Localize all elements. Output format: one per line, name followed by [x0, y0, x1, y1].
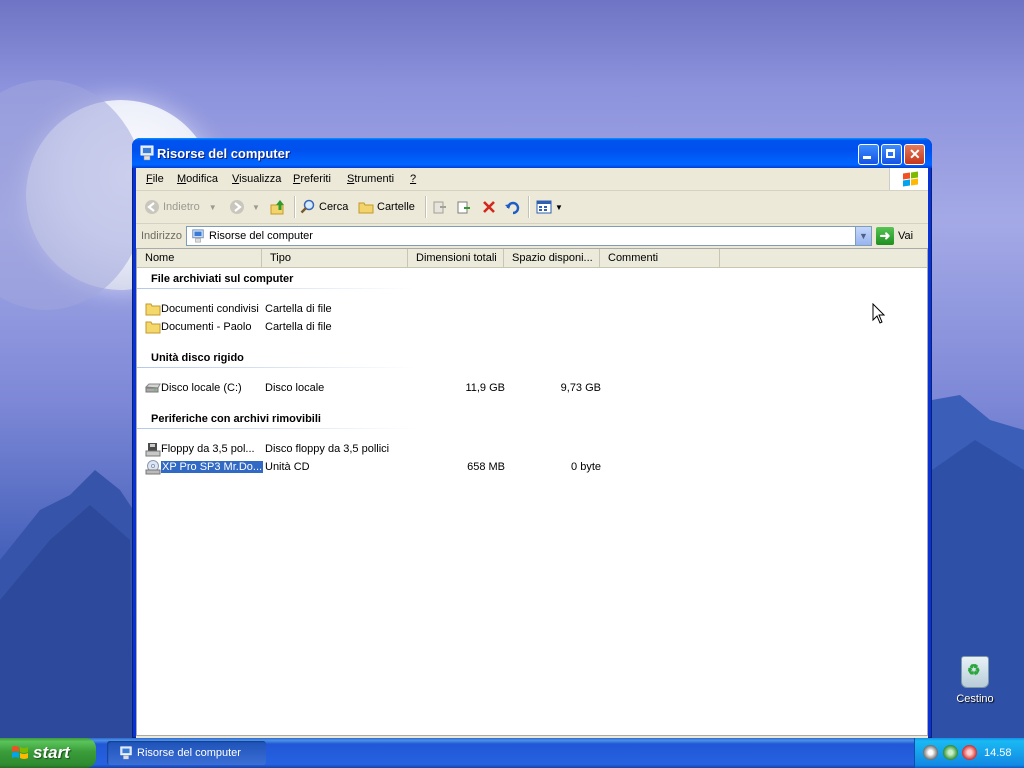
explorer-window: Risorse del computer ✕ File Modifica Vis…: [132, 138, 932, 738]
group-header: Unità disco rigido: [151, 352, 244, 364]
menu-bar: File Modifica Visualizza Preferiti Strum…: [136, 168, 928, 191]
system-tray: 14.58: [914, 738, 1024, 768]
up-folder-button[interactable]: [270, 197, 286, 217]
menu-modifica[interactable]: Modifica: [177, 173, 218, 185]
forward-dropdown-icon: ▼: [252, 202, 260, 212]
address-input[interactable]: Risorse del computer ▼: [186, 226, 872, 246]
taskbar: start Risorse del computer 14.58: [0, 738, 1024, 768]
views-button[interactable]: ▼: [536, 197, 563, 217]
windows-logo-icon: [889, 168, 928, 190]
go-arrow-icon: ➜: [876, 227, 894, 245]
delete-icon: [483, 201, 495, 213]
undo-button[interactable]: [504, 197, 520, 217]
maximize-button[interactable]: [881, 144, 902, 165]
address-dropdown-button[interactable]: ▼: [855, 227, 871, 245]
recycle-bin-desktop-icon[interactable]: ♻ Cestino: [948, 656, 1002, 705]
group-header: Periferiche con archivi rimovibili: [151, 413, 321, 425]
start-button[interactable]: start: [0, 738, 96, 768]
back-button[interactable]: Indietro ▼: [144, 197, 217, 217]
recycle-bin-icon: ♻: [961, 656, 989, 688]
search-icon: [300, 199, 315, 214]
taskbar-window-button[interactable]: Risorse del computer: [107, 741, 266, 765]
floppy-drive-icon: [145, 443, 161, 457]
windows-flag-icon: [12, 746, 28, 759]
minimize-button[interactable]: [858, 144, 879, 165]
address-label: Indirizzo: [141, 230, 182, 242]
mouse-pointer-icon: [872, 303, 886, 324]
column-header-type[interactable]: Tipo: [262, 249, 408, 267]
menu-visualizza[interactable]: Visualizza: [232, 173, 281, 185]
list-item-selected[interactable]: XP Pro SP3 Mr.Do... Unità CD 658 MB 0 by…: [143, 459, 923, 476]
maximize-icon: [886, 149, 895, 158]
window-title: Risorse del computer: [157, 146, 290, 161]
column-header-name[interactable]: Nome: [137, 249, 262, 267]
recycle-bin-label: Cestino: [956, 693, 994, 705]
folders-button[interactable]: Cartelle: [358, 197, 415, 217]
list-item[interactable]: Floppy da 3,5 pol... Disco floppy da 3,5…: [143, 441, 923, 458]
search-button[interactable]: Cerca: [300, 197, 348, 217]
address-bar: Indirizzo Risorse del computer ▼ ➜ Vai: [136, 224, 928, 249]
menu-preferiti[interactable]: Preferiti: [293, 173, 331, 185]
toolbar: Indietro ▼ ▼ Cerca Cartelle ▼: [136, 191, 928, 224]
network-icon[interactable]: [923, 745, 938, 760]
column-header-total-size[interactable]: Dimensioni totali: [408, 249, 504, 267]
views-dropdown-icon: ▼: [555, 202, 563, 212]
copy-to-button[interactable]: [456, 197, 472, 217]
forward-arrow-icon: [230, 200, 244, 214]
my-computer-icon: [140, 145, 154, 161]
file-list-view[interactable]: Nome Tipo Dimensioni totali Spazio dispo…: [136, 248, 928, 736]
address-value: Risorse del computer: [209, 230, 313, 242]
list-item[interactable]: Documenti - Paolo Cartella di file: [143, 319, 923, 336]
folder-icon: [145, 303, 161, 316]
close-button[interactable]: ✕: [904, 144, 925, 165]
forward-button[interactable]: ▼: [229, 197, 260, 217]
back-dropdown-icon: ▼: [208, 202, 217, 212]
views-icon: [536, 200, 552, 214]
back-arrow-icon: [145, 200, 159, 214]
list-item[interactable]: Disco locale (C:) Disco locale 11,9 GB 9…: [143, 380, 923, 397]
undo-icon: [505, 201, 520, 215]
update-icon[interactable]: [943, 745, 958, 760]
taskbar-window-label: Risorse del computer: [137, 747, 241, 759]
security-shield-icon[interactable]: [962, 745, 977, 760]
delete-button[interactable]: [481, 197, 497, 217]
close-icon: ✕: [909, 146, 921, 162]
folder-icon: [145, 321, 161, 334]
column-header-free-space[interactable]: Spazio disponi...: [504, 249, 600, 267]
up-folder-icon: [270, 200, 284, 215]
folders-icon: [358, 202, 374, 214]
move-to-button[interactable]: [432, 197, 448, 217]
cd-drive-icon: [145, 460, 161, 475]
move-to-icon: [433, 201, 446, 214]
copy-to-icon: [457, 201, 470, 214]
my-computer-icon: [192, 229, 204, 243]
title-bar[interactable]: Risorse del computer ✕: [132, 138, 932, 168]
start-label: start: [33, 743, 70, 762]
list-item[interactable]: Documenti condivisi Cartella di file: [143, 301, 923, 318]
menu-file[interactable]: File: [146, 173, 164, 185]
my-computer-icon: [120, 746, 132, 760]
minimize-icon: [863, 156, 871, 159]
hard-disk-icon: [145, 383, 161, 393]
column-headers: Nome Tipo Dimensioni totali Spazio dispo…: [137, 249, 927, 268]
group-header: File archiviati sul computer: [151, 273, 294, 285]
go-button[interactable]: ➜ Vai: [876, 227, 913, 245]
clock[interactable]: 14.58: [984, 747, 1012, 759]
window-client-area: File Modifica Visualizza Preferiti Strum…: [136, 168, 928, 738]
menu-strumenti[interactable]: Strumenti: [347, 173, 394, 185]
column-header-comments[interactable]: Commenti: [600, 249, 720, 267]
menu-help[interactable]: ?: [410, 173, 416, 185]
